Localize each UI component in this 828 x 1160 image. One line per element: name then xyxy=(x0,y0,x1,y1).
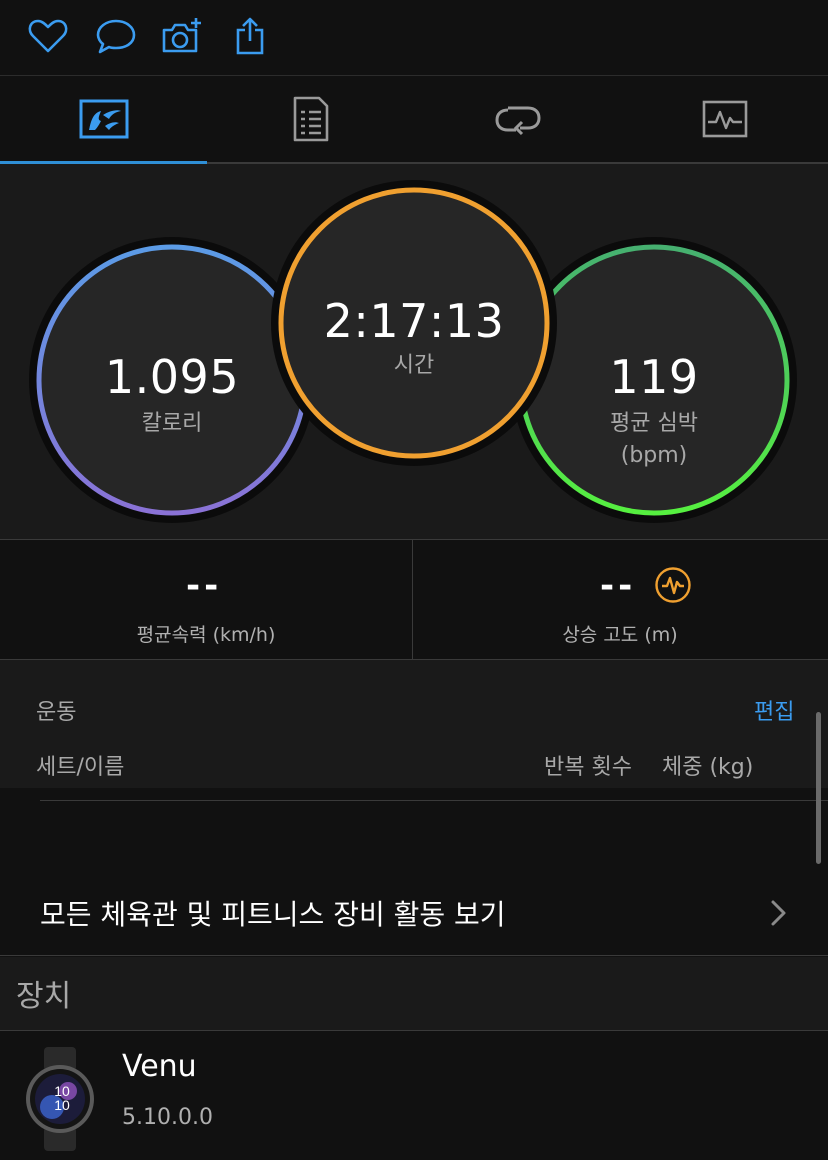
avg-speed-label: 평균속력 (km/h) xyxy=(136,624,276,646)
tab-summary[interactable] xyxy=(0,76,207,164)
graph-icon xyxy=(702,100,747,138)
heart-rate-label: 평균 심박 xyxy=(610,411,698,436)
time-value: 2:17:13 xyxy=(323,294,505,348)
time-stat: 2:17:13 시간 xyxy=(284,294,544,382)
share-icon[interactable] xyxy=(228,14,272,58)
time-label: 시간 xyxy=(393,353,435,378)
add-photo-icon[interactable] xyxy=(160,14,204,58)
column-weight: 체중 (kg) xyxy=(662,755,754,780)
device-version: 5.10.0.0 xyxy=(122,1105,213,1130)
calories-value: 1.095 xyxy=(104,350,240,404)
activity-summary-panel: 1.095 칼로리 2:17:13 시간 119 평균 심박 (bpm) xyxy=(0,164,828,539)
view-all-label: 모든 체육관 및 피트니스 장비 활동 보기 xyxy=(40,898,506,931)
edit-workout-button[interactable]: 편집 xyxy=(754,694,794,726)
elevation-gain-label: 상승 고도 (m) xyxy=(562,624,678,646)
watch-minute: 10 xyxy=(54,1097,70,1113)
heart-rate-stat: 119 평균 심박 (bpm) xyxy=(524,350,784,472)
elevation-gain-value: -- xyxy=(600,566,637,606)
header-divider xyxy=(40,800,828,801)
calories-stat: 1.095 칼로리 xyxy=(42,350,302,440)
heart-rate-unit: (bpm) xyxy=(620,443,688,468)
tab-laps[interactable] xyxy=(414,76,621,162)
comment-icon[interactable] xyxy=(94,14,138,58)
action-bar xyxy=(0,0,828,76)
tab-bar xyxy=(0,76,828,164)
activity-summary-icon xyxy=(79,99,128,139)
stats-row: -- 평균속력 (km/h) -- 상승 고도 (m) xyxy=(0,539,828,660)
details-list-icon xyxy=(293,96,328,142)
devices-title: 장치 xyxy=(16,979,72,1014)
scrollbar[interactable] xyxy=(816,712,821,864)
workout-section: 운동 편집 세트/이름 반복 횟수 체중 (kg) xyxy=(0,660,828,868)
watch-device-image: 10 10 xyxy=(26,1047,94,1151)
laps-icon xyxy=(494,106,541,136)
device-name: Venu xyxy=(122,1049,197,1084)
column-set-name: 세트/이름 xyxy=(36,755,125,780)
heart-icon[interactable] xyxy=(26,14,70,58)
column-reps: 반복 횟수 xyxy=(544,755,632,780)
devices-header: 장치 xyxy=(0,957,828,1031)
tab-details[interactable] xyxy=(207,76,414,162)
elevation-badge-icon[interactable] xyxy=(654,566,692,604)
device-item[interactable]: 10 10 Venu 5.10.0.0 xyxy=(0,1031,828,1160)
workout-title: 운동 xyxy=(36,700,77,725)
tab-charts[interactable] xyxy=(621,76,828,162)
view-all-gym-activities[interactable]: 모든 체육관 및 피트니스 장비 활동 보기 xyxy=(0,869,828,956)
calories-label: 칼로리 xyxy=(141,411,203,436)
chevron-right-icon xyxy=(771,900,786,926)
heart-rate-value: 119 xyxy=(609,350,699,404)
stats-divider xyxy=(412,540,413,660)
avg-speed-value: -- xyxy=(186,566,223,606)
